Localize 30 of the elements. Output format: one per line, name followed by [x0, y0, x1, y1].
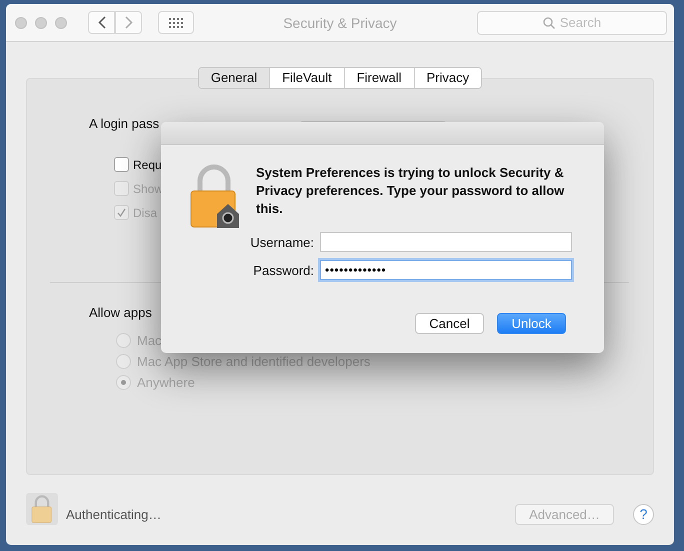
radio-label: Anywhere: [137, 375, 195, 390]
input-field[interactable]: [320, 232, 572, 252]
dialog-button[interactable]: Cancel: [415, 313, 484, 334]
chevron-right-icon: [124, 16, 132, 29]
minimize-button[interactable]: [35, 16, 47, 28]
help-button[interactable]: ?: [633, 504, 654, 524]
checkbox[interactable]: [114, 157, 129, 172]
padlock-with-house-icon: [189, 164, 239, 228]
padlock-icon: [31, 495, 53, 523]
login-text: A login pass: [89, 116, 160, 131]
field-label: Username:: [249, 234, 314, 250]
status-text: Authenticating…: [66, 506, 162, 522]
chevron-left-icon: [98, 16, 106, 29]
field-label: Password:: [252, 262, 314, 278]
search-icon: [542, 16, 555, 28]
lock-button[interactable]: [26, 493, 58, 525]
show-all-button[interactable]: [158, 11, 194, 34]
tab[interactable]: General: [198, 68, 270, 88]
checkmark-icon: [117, 208, 126, 217]
back-button[interactable]: [88, 11, 115, 34]
zoom-button[interactable]: [55, 16, 67, 28]
allow-apps-label: Allow apps: [89, 305, 152, 320]
tab[interactable]: Privacy: [414, 68, 482, 88]
checkbox-label: Disa: [133, 206, 158, 220]
close-button[interactable]: [15, 16, 27, 28]
checkbox-label: Requ: [133, 158, 162, 172]
window-title: Security & Privacy: [283, 14, 397, 30]
input-field[interactable]: •••••••••••••: [320, 260, 572, 280]
dialog-message: System Preferences is trying to unlock Security & Privacy preferences. Type your password to allow this.: [256, 164, 566, 218]
grid-icon: [169, 18, 183, 28]
